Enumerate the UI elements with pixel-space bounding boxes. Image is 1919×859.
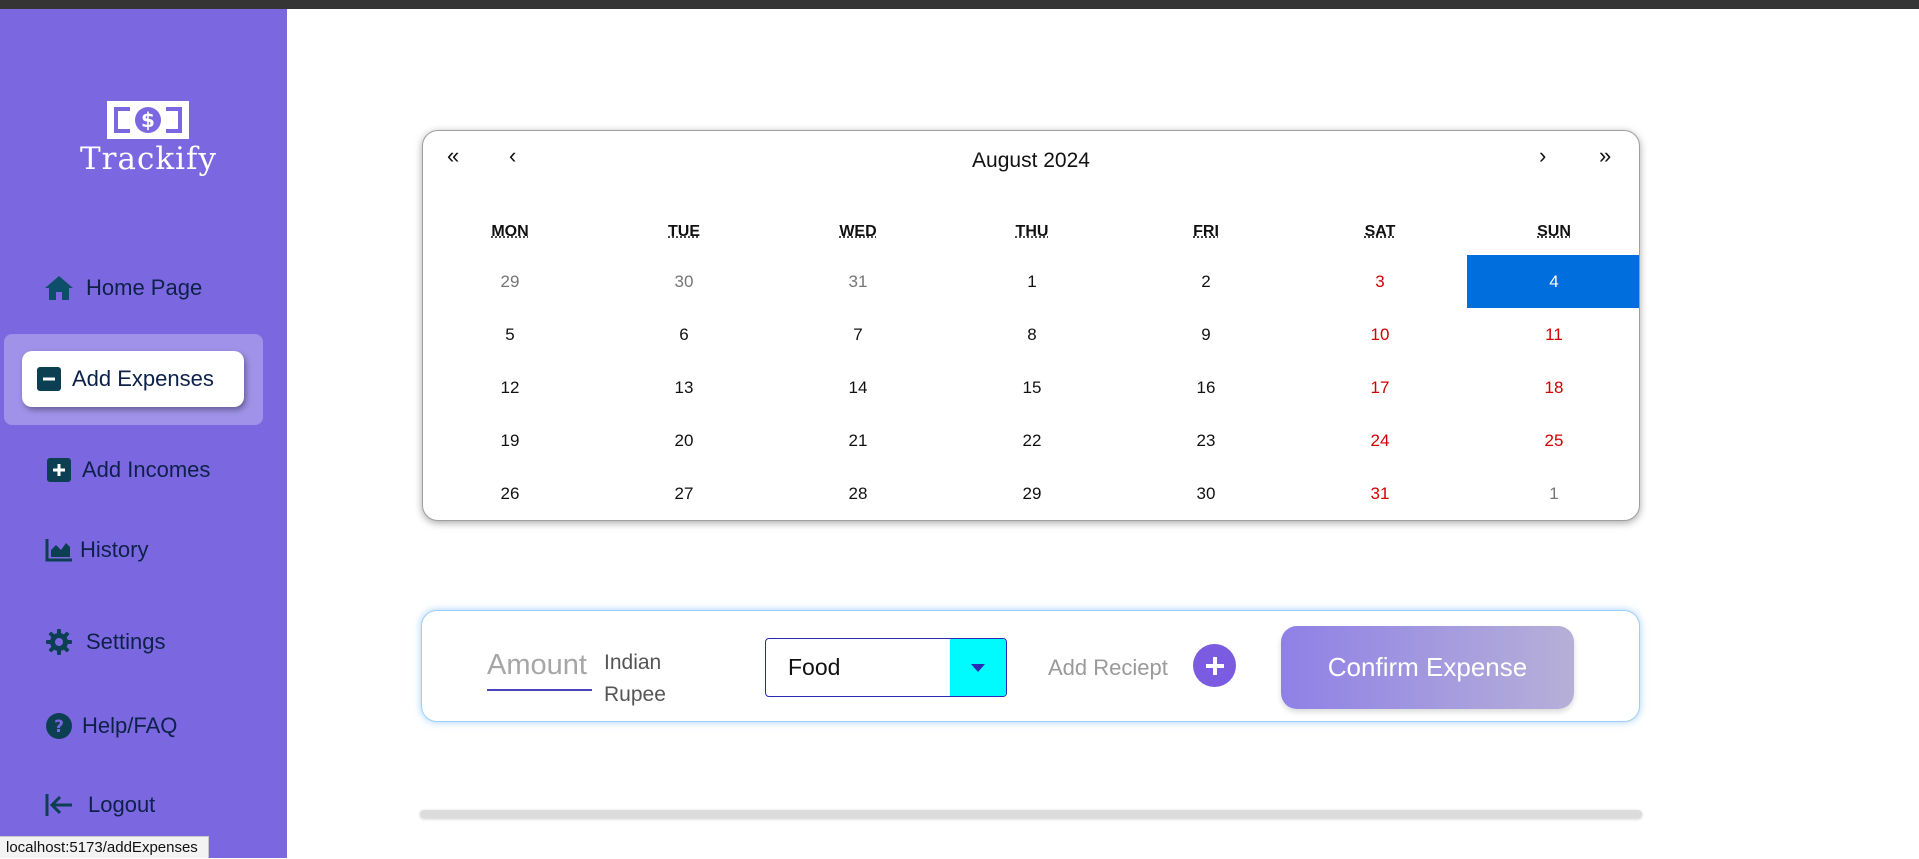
svg-text:?: ? <box>54 717 64 737</box>
calendar-day[interactable]: 8 <box>945 308 1119 361</box>
currency-label: Indian Rupee <box>604 651 666 706</box>
calendar-day[interactable]: 6 <box>597 308 771 361</box>
home-icon <box>42 272 76 304</box>
confirm-expense-button[interactable]: Confirm Expense <box>1281 626 1574 709</box>
expense-form: Indian Rupee Food Add Reciept Confirm Ex… <box>421 610 1640 722</box>
calendar-day[interactable]: 26 <box>423 467 597 520</box>
sidebar-item-label: Logout <box>88 792 156 817</box>
weekday-label: MON <box>491 223 529 240</box>
app-logo[interactable]: $ Trackify <box>80 101 218 191</box>
weekday-header: MON TUE WED THU FRI SAT SUN <box>423 223 1639 241</box>
calendar-day[interactable]: 1 <box>1467 467 1639 520</box>
calendar-day[interactable]: 30 <box>597 255 771 308</box>
sidebar-item-label: Settings <box>86 629 166 654</box>
gear-icon <box>42 626 76 658</box>
sidebar-item-history[interactable]: History <box>42 528 148 572</box>
calendar-day[interactable]: 17 <box>1293 361 1467 414</box>
sidebar-item-label: Help/FAQ <box>82 713 178 738</box>
calendar-day[interactable]: 24 <box>1293 414 1467 467</box>
calendar-day[interactable]: 15 <box>945 361 1119 414</box>
calendar-day[interactable]: 29 <box>945 467 1119 520</box>
browser-top-bar <box>0 0 1919 9</box>
weekday-label: WED <box>839 223 877 240</box>
section-divider <box>420 810 1642 818</box>
calendar-day[interactable]: 18 <box>1467 361 1639 414</box>
sidebar-item-settings[interactable]: Settings <box>42 620 166 664</box>
calendar-day[interactable]: 5 <box>423 308 597 361</box>
calendar-day[interactable]: 31 <box>1293 467 1467 520</box>
calendar-day[interactable]: 29 <box>423 255 597 308</box>
calendar-day[interactable]: 12 <box>423 361 597 414</box>
sidebar-item-help[interactable]: ? Help/FAQ <box>42 704 177 748</box>
plus-square-icon <box>42 454 76 486</box>
weekday-label: TUE <box>668 223 700 240</box>
minus-square-icon <box>32 363 66 395</box>
calendar-day[interactable]: 25 <box>1467 414 1639 467</box>
sidebar-item-label: Home Page <box>86 275 203 300</box>
question-circle-icon: ? <box>42 710 76 742</box>
weekday-label: FRI <box>1193 223 1219 240</box>
calendar-day[interactable]: 10 <box>1293 308 1467 361</box>
sidebar-item-label: History <box>80 537 149 562</box>
calendar-day[interactable]: 30 <box>1119 467 1293 520</box>
logout-icon <box>42 789 76 821</box>
date-calendar: « ‹ August 2024 › » MON TUE WED THU FRI … <box>422 130 1640 521</box>
calendar-day[interactable]: 14 <box>771 361 945 414</box>
calendar-day-selected[interactable]: 4 <box>1467 255 1639 308</box>
add-receipt-button[interactable] <box>1193 644 1236 687</box>
sidebar-item-label: Add Incomes <box>82 457 211 482</box>
svg-text:$: $ <box>141 108 155 132</box>
calendar-day[interactable]: 2 <box>1119 255 1293 308</box>
calendar-day[interactable]: 21 <box>771 414 945 467</box>
category-dropdown[interactable]: Food <box>765 638 1007 697</box>
money-bill-icon: $ <box>106 101 189 139</box>
sidebar-item-logout[interactable]: Logout <box>42 783 155 827</box>
weekday-label: THU <box>1015 223 1049 240</box>
sidebar-item-label: Add Expenses <box>72 366 214 391</box>
calendar-day[interactable]: 22 <box>945 414 1119 467</box>
calendar-day[interactable]: 13 <box>597 361 771 414</box>
calendar-day[interactable]: 16 <box>1119 361 1293 414</box>
amount-input[interactable] <box>487 641 592 691</box>
chart-area-icon <box>42 534 76 566</box>
calendar-days-grid: 29 30 31 1 2 3 4 5 6 7 8 9 10 11 12 13 1… <box>423 255 1639 520</box>
calendar-day[interactable]: 28 <box>771 467 945 520</box>
calendar-day[interactable]: 19 <box>423 414 597 467</box>
calendar-day[interactable]: 31 <box>771 255 945 308</box>
app-name: Trackify <box>80 141 218 177</box>
category-value: Food <box>788 654 841 680</box>
status-bar-url: localhost:5173/addExpenses <box>0 836 209 858</box>
calendar-day[interactable]: 3 <box>1293 255 1467 308</box>
calendar-day[interactable]: 9 <box>1119 308 1293 361</box>
calendar-month-title[interactable]: August 2024 <box>423 149 1639 173</box>
chevron-down-icon[interactable] <box>950 639 1006 696</box>
calendar-day[interactable]: 20 <box>597 414 771 467</box>
next-month-button[interactable]: › <box>1539 143 1546 169</box>
sidebar-item-add-incomes[interactable]: Add Incomes <box>42 448 210 492</box>
calendar-day[interactable]: 7 <box>771 308 945 361</box>
sidebar-item-home[interactable]: Home Page <box>42 266 202 310</box>
add-receipt-label: Add Reciept <box>1048 655 1168 680</box>
plus-icon <box>1205 656 1224 675</box>
calendar-day[interactable]: 11 <box>1467 308 1639 361</box>
weekday-label: SUN <box>1537 223 1571 240</box>
calendar-day[interactable]: 1 <box>945 255 1119 308</box>
weekday-label: SAT <box>1364 223 1396 240</box>
calendar-day[interactable]: 23 <box>1119 414 1293 467</box>
sidebar-item-add-expenses[interactable]: Add Expenses <box>22 351 244 407</box>
next-year-button[interactable]: » <box>1599 143 1611 169</box>
calendar-day[interactable]: 27 <box>597 467 771 520</box>
